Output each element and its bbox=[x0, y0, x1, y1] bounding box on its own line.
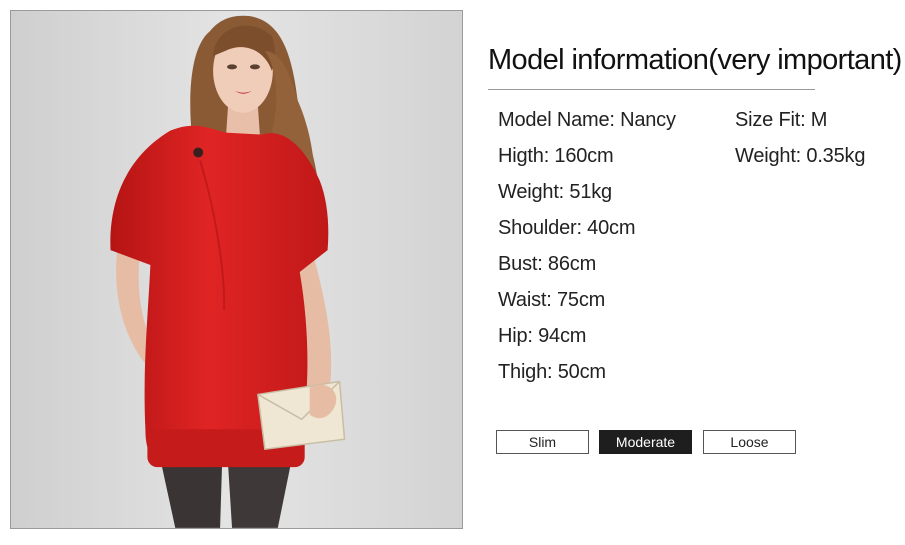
spec-shoulder: Shoulder: 40cm bbox=[498, 217, 636, 239]
spec-weight: Weight: 51kg bbox=[498, 181, 612, 203]
fit-option-slim[interactable]: Slim bbox=[496, 430, 589, 454]
spec-hip: Hip: 94cm bbox=[498, 325, 587, 347]
spec-bust: Bust: 86cm bbox=[498, 253, 597, 275]
spec-height: Higth: 160cm bbox=[498, 145, 614, 167]
model-photo-illustration bbox=[11, 11, 462, 528]
spec-thigh: Thigh: 50cm bbox=[498, 361, 606, 383]
spec-size-fit: Size Fit: M bbox=[735, 109, 828, 131]
fit-option-moderate[interactable]: Moderate bbox=[599, 430, 692, 454]
model-photo bbox=[10, 10, 463, 529]
title-divider bbox=[488, 89, 815, 90]
spec-product-weight: Weight: 0.35kg bbox=[735, 145, 866, 167]
spec-waist: Waist: 75cm bbox=[498, 289, 606, 311]
model-info-title: Model information(very important) bbox=[488, 44, 902, 76]
spec-model-name: Model Name: Nancy bbox=[498, 109, 676, 131]
fit-option-loose[interactable]: Loose bbox=[703, 430, 796, 454]
